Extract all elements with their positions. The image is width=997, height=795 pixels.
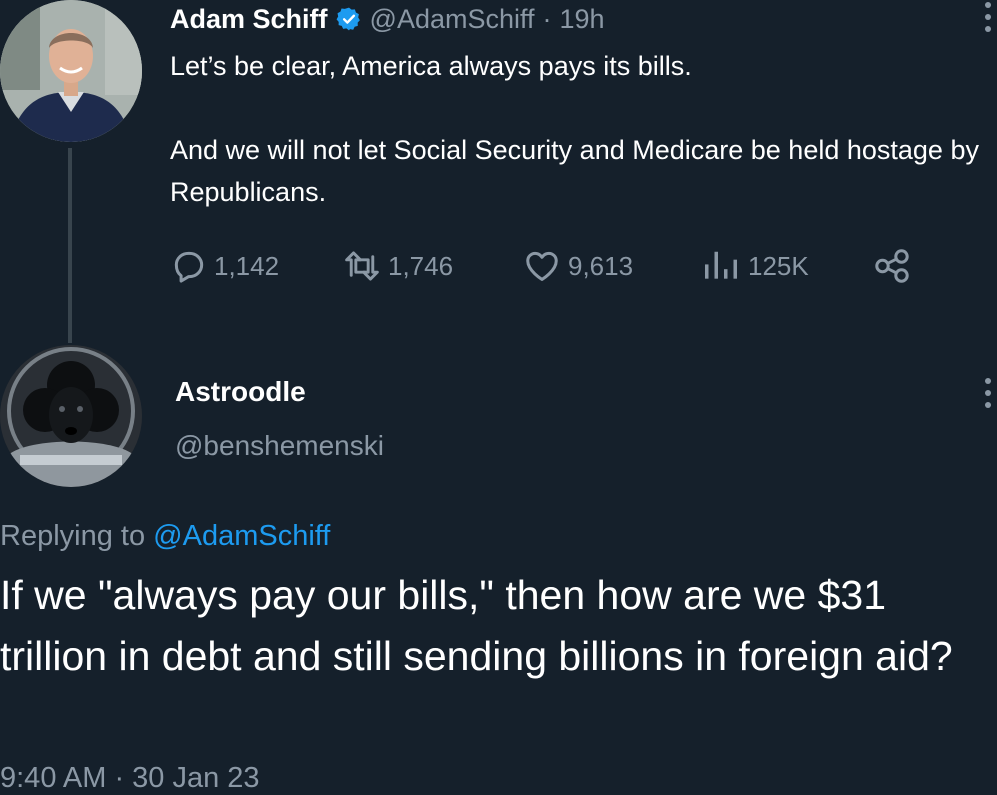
views-count: 125K xyxy=(748,250,809,281)
parent-tweet-text: Let’s be clear, America always pays its … xyxy=(170,45,997,213)
share-button[interactable] xyxy=(870,244,914,288)
reply-timestamp[interactable]: 9:40 AM · 30 Jan 23 xyxy=(0,762,260,795)
like-button[interactable]: 9,613 xyxy=(522,244,633,288)
reply-icon xyxy=(174,251,204,283)
parent-tweet-header: Adam Schiff @AdamSchiff · 19h xyxy=(170,0,605,38)
replying-to-label: Replying to xyxy=(0,520,146,552)
verified-badge-icon xyxy=(336,6,362,32)
tweet-text-paragraph: And we will not let Social Security and … xyxy=(170,135,979,207)
reply-count: 1,142 xyxy=(214,250,280,281)
adam-schiff-avatar[interactable] xyxy=(0,0,142,142)
poodle-astronaut-icon xyxy=(0,345,142,487)
views-icon xyxy=(705,251,737,279)
retweet-icon xyxy=(345,251,379,281)
tweet-text-paragraph: Let’s be clear, America always pays its … xyxy=(170,51,692,81)
replying-to-mention-link[interactable]: @AdamSchiff xyxy=(153,520,330,552)
replying-to-line: Replying to @AdamSchiff xyxy=(0,520,330,553)
like-count: 9,613 xyxy=(568,250,634,281)
more-options-icon[interactable] xyxy=(985,378,997,408)
tweet-age[interactable]: 19h xyxy=(560,4,605,35)
reply-author-handle[interactable]: @benshemenski xyxy=(175,430,384,462)
more-options-icon[interactable] xyxy=(985,2,997,32)
tweet-action-bar: 1,142 1,746 9,613 125K xyxy=(170,244,930,288)
views-button[interactable]: 125K xyxy=(700,244,809,288)
reply-button[interactable]: 1,142 xyxy=(170,244,279,288)
person-portrait-icon xyxy=(0,0,142,142)
like-icon xyxy=(526,251,558,281)
reply-author-display-name[interactable]: Astroodle xyxy=(175,376,306,408)
astroodle-avatar[interactable] xyxy=(0,345,142,487)
author-display-name[interactable]: Adam Schiff xyxy=(170,4,328,35)
share-icon xyxy=(875,249,909,283)
thread-connector-line xyxy=(68,148,72,343)
header-separator: · xyxy=(542,3,552,34)
tweet-thread: Adam Schiff @AdamSchiff · 19h Let’s be c… xyxy=(0,0,997,795)
retweet-count: 1,746 xyxy=(388,250,454,281)
author-handle[interactable]: @AdamSchiff xyxy=(370,4,535,35)
retweet-button[interactable]: 1,746 xyxy=(342,244,453,288)
reply-tweet-text: If we "always pay our bills," then how a… xyxy=(0,572,953,679)
